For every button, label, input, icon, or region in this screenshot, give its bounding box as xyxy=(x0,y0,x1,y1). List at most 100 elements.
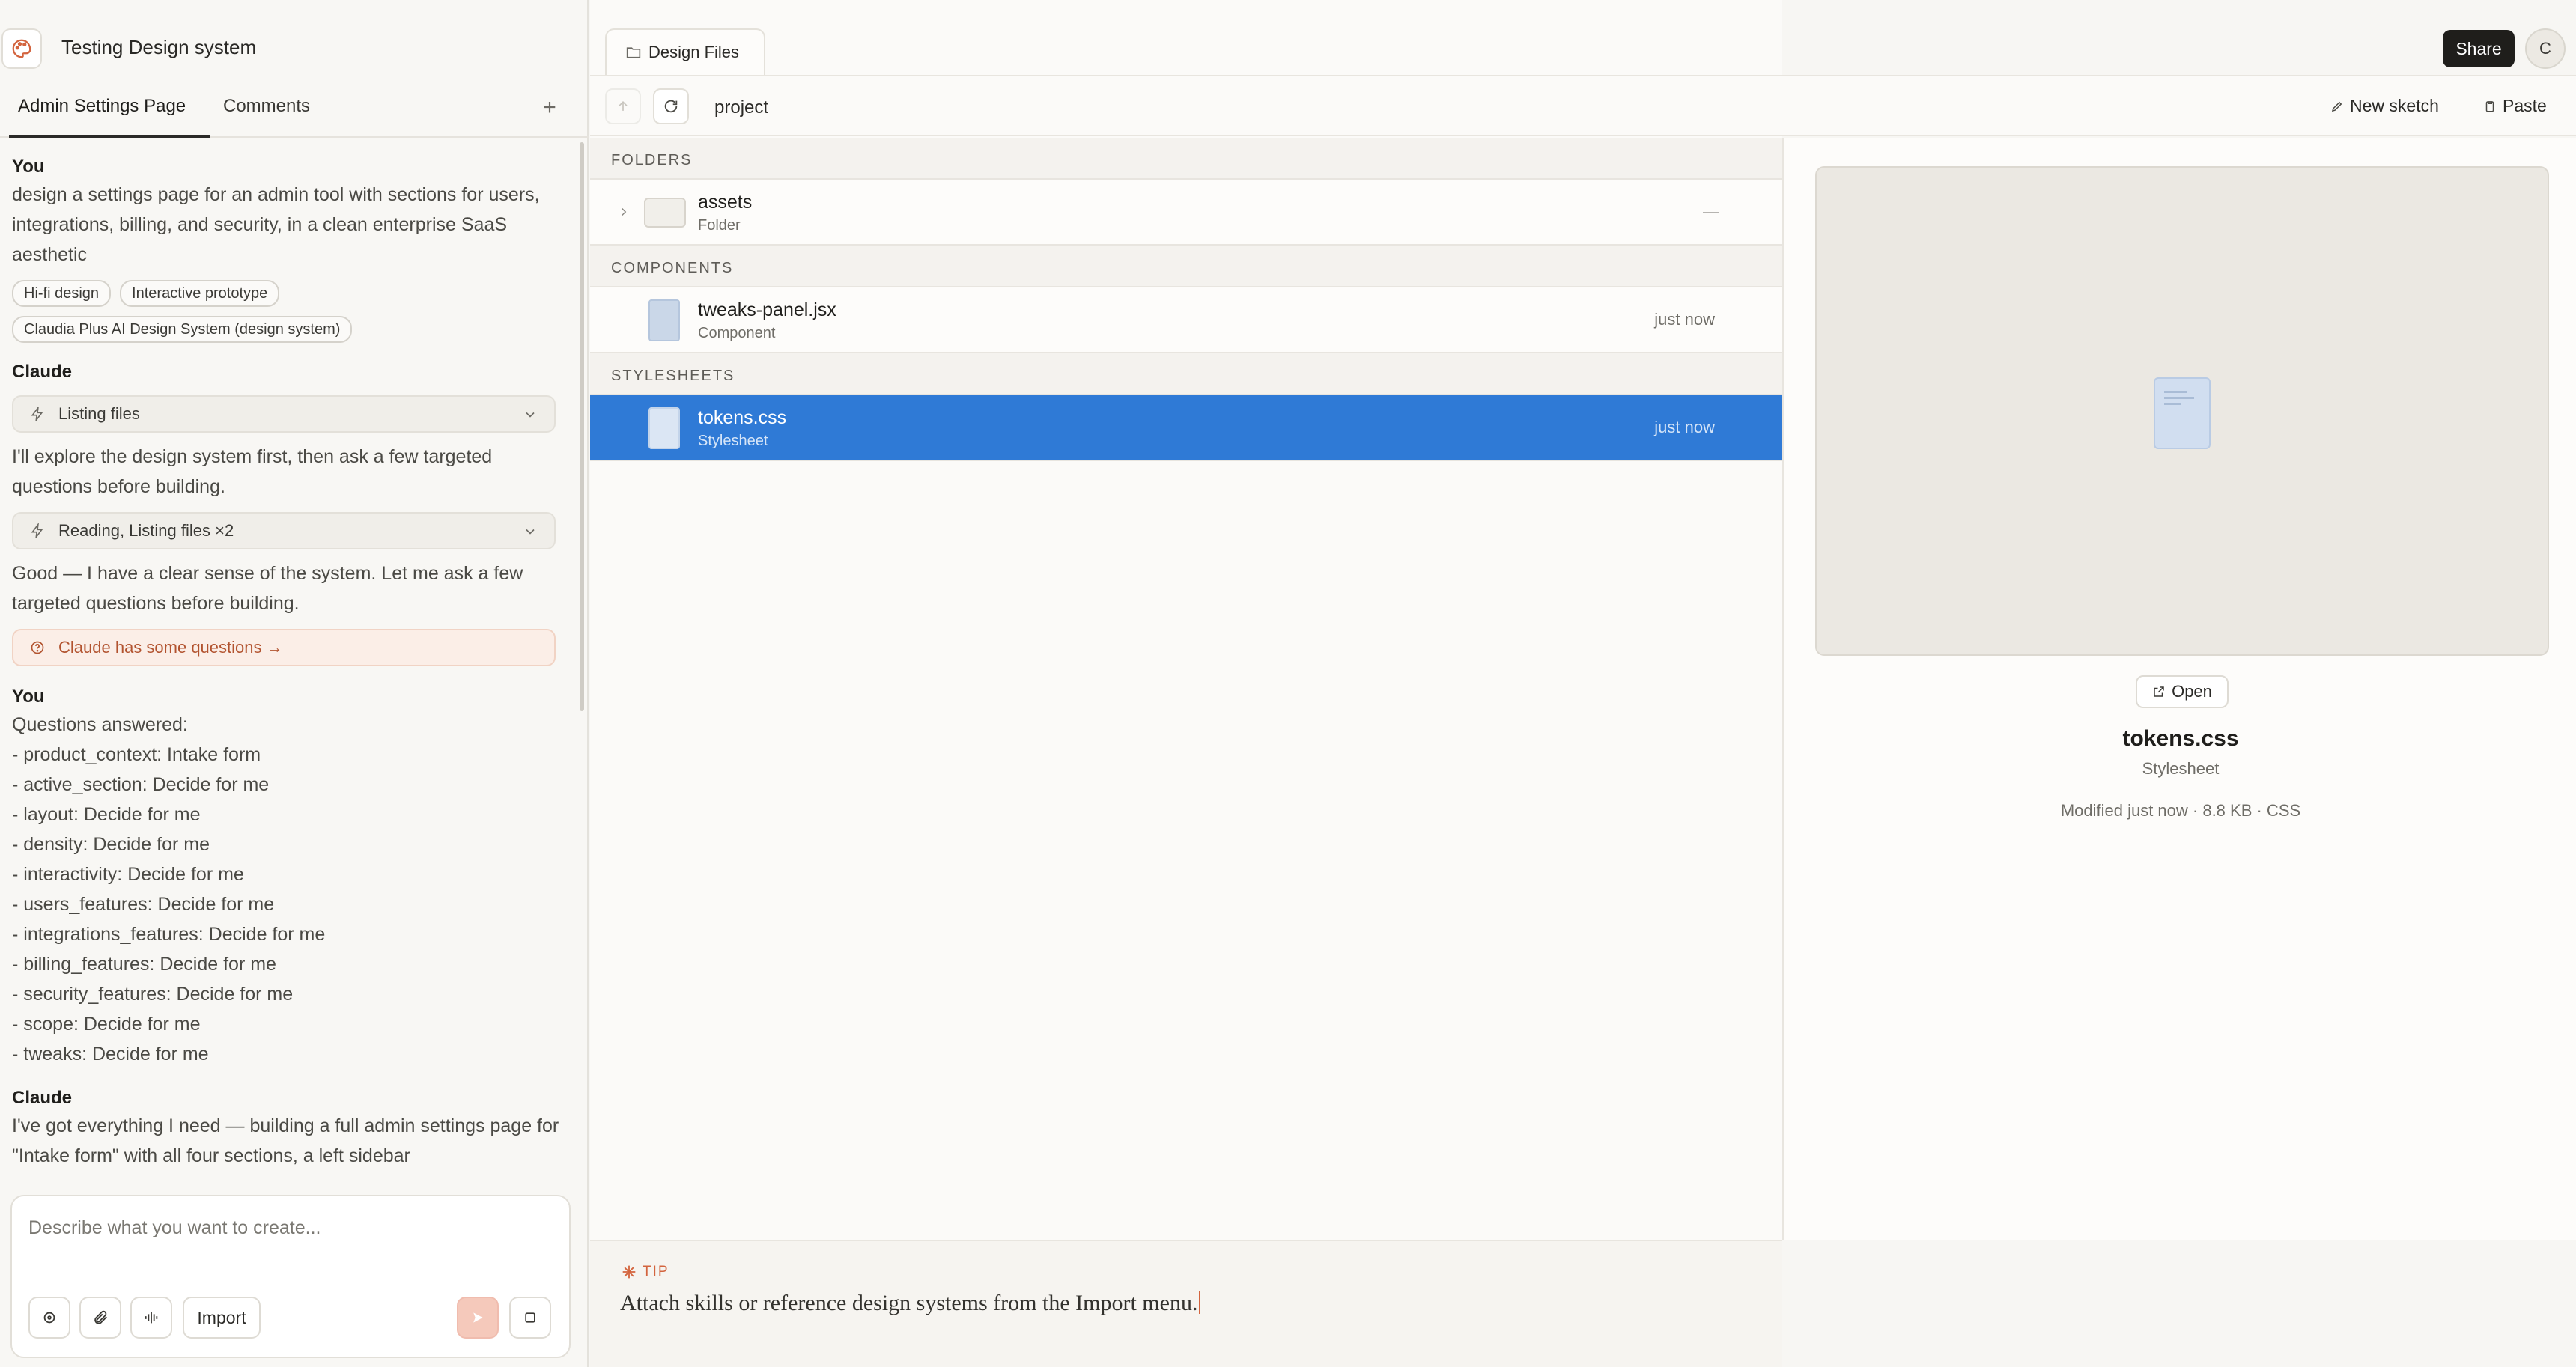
answer-line: - scope: Decide for me xyxy=(12,1014,201,1035)
section-heading-stylesheets: STYLESHEETS xyxy=(590,353,1782,395)
message-text: I'll explore the design system first, th… xyxy=(12,446,493,497)
chip-hifi-design[interactable]: Hi-fi design xyxy=(12,280,112,307)
file-thumbnail xyxy=(2154,377,2211,449)
file-row-tweaks-panel[interactable]: tweaks-panel.jsx Component just now xyxy=(590,287,1782,353)
tip-label: TIP xyxy=(622,1264,669,1280)
send-icon xyxy=(470,1310,485,1325)
file-icon xyxy=(648,299,680,341)
chat-scrollbar[interactable] xyxy=(580,142,584,711)
file-kind: Component xyxy=(698,325,776,341)
up-directory-button[interactable] xyxy=(605,88,641,124)
file-name: tweaks-panel.jsx xyxy=(698,299,836,320)
paperclip-icon xyxy=(92,1309,109,1326)
message-author: Claude xyxy=(12,1088,73,1108)
preview-file-name: tokens.css xyxy=(2122,726,2239,751)
file-row-tokens-css[interactable]: tokens.css Stylesheet just now xyxy=(590,395,1782,461)
chip-interactive-prototype[interactable]: Interactive prototype xyxy=(120,280,280,307)
settings-button[interactable] xyxy=(28,1297,70,1339)
tip-label-text: TIP xyxy=(643,1264,669,1279)
arrow-up-icon xyxy=(616,99,631,114)
open-label: Open xyxy=(2172,682,2212,701)
lightning-icon xyxy=(30,523,45,538)
import-button[interactable]: Import xyxy=(183,1297,261,1339)
file-name: assets xyxy=(698,192,753,213)
external-link-icon xyxy=(2152,685,2166,698)
tool-call-label: Listing files xyxy=(58,404,140,423)
chevron-down-icon xyxy=(523,524,538,539)
add-tab-button[interactable]: + xyxy=(538,96,562,120)
new-sketch-label: New sketch xyxy=(2350,96,2439,115)
voice-button[interactable] xyxy=(130,1297,172,1339)
paste-label: Paste xyxy=(2503,96,2547,115)
prompt-input[interactable] xyxy=(28,1213,553,1243)
file-preview xyxy=(1815,166,2549,656)
chat-panel: Testing Design system Admin Settings Pag… xyxy=(0,0,589,1367)
chat-tabs: Admin Settings Page Comments + xyxy=(0,82,589,138)
palette-icon xyxy=(10,37,33,60)
answer-line: - product_context: Intake form xyxy=(12,744,261,765)
file-modified: just now xyxy=(1654,418,1715,436)
new-sketch-button[interactable]: New sketch xyxy=(2330,96,2439,116)
refresh-icon xyxy=(663,98,679,115)
paste-button[interactable]: Paste xyxy=(2483,96,2547,116)
tool-call-listing-files[interactable]: Listing files xyxy=(12,395,556,433)
questions-link[interactable]: Claude has some questions → xyxy=(12,629,556,666)
share-button[interactable]: Share xyxy=(2443,30,2515,67)
preview-file-meta: Modified just now · 8.8 KB · CSS xyxy=(2060,801,2301,820)
section-heading-components: COMPONENTS xyxy=(590,246,1782,287)
tip-text-content: Attach skills or reference design system… xyxy=(620,1291,1198,1315)
breadcrumb[interactable]: project xyxy=(714,97,768,118)
tip-panel: TIP Attach skills or reference design sy… xyxy=(590,1240,1782,1367)
tab-design-files[interactable]: Design Files xyxy=(605,28,765,75)
file-name: tokens.css xyxy=(698,407,787,428)
message-text: I've got everything I need — building a … xyxy=(12,1115,559,1166)
chat-transcript: You design a settings page for an admin … xyxy=(12,154,566,1171)
answer-line: - tweaks: Decide for me xyxy=(12,1044,209,1065)
lightning-icon xyxy=(30,407,45,421)
pencil-icon xyxy=(2330,100,2344,113)
message-text: Good — I have a clear sense of the syste… xyxy=(12,563,523,614)
answer-line: - interactivity: Decide for me xyxy=(12,864,244,885)
app-logo-button[interactable] xyxy=(1,28,42,69)
clipboard-icon xyxy=(2483,100,2497,113)
composer: Import xyxy=(10,1195,571,1358)
question-circle-icon xyxy=(30,640,45,655)
chip-design-system[interactable]: Claudia Plus AI Design System (design sy… xyxy=(12,316,353,343)
answer-line: - users_features: Decide for me xyxy=(12,894,275,915)
message-author: Claude xyxy=(12,362,73,382)
refresh-button[interactable] xyxy=(653,88,689,124)
folder-icon xyxy=(626,46,641,59)
answer-line: - integrations_features: Decide for me xyxy=(12,924,326,945)
waveform-icon xyxy=(143,1309,160,1326)
answer-line: - density: Decide for me xyxy=(12,834,210,855)
open-button[interactable]: Open xyxy=(2136,675,2229,708)
tab-comments[interactable]: Comments xyxy=(223,82,310,138)
file-kind: Stylesheet xyxy=(698,433,768,449)
file-row-assets[interactable]: assets Folder — xyxy=(590,180,1782,246)
message-author: You xyxy=(12,156,45,177)
chevron-down-icon xyxy=(523,407,538,422)
section-heading-folders: FOLDERS xyxy=(590,138,1782,180)
chevron-right-icon[interactable] xyxy=(617,205,631,219)
tip-text[interactable]: Attach skills or reference design system… xyxy=(620,1291,1201,1316)
square-icon xyxy=(523,1310,538,1325)
answer-line: - layout: Decide for me xyxy=(12,804,201,825)
preview-file-type: Stylesheet xyxy=(2142,759,2220,778)
file-kind: Folder xyxy=(698,217,741,234)
message-author: You xyxy=(12,686,45,707)
text-caret xyxy=(1199,1291,1201,1314)
tool-call-reading[interactable]: Reading, Listing files ×2 xyxy=(12,512,556,549)
folder-icon xyxy=(644,198,686,228)
answers-heading: Questions answered: xyxy=(12,714,188,735)
message-text: design a settings page for an admin tool… xyxy=(12,184,540,265)
tool-call-label: Reading, Listing files ×2 xyxy=(58,521,234,540)
stop-button[interactable] xyxy=(509,1297,551,1339)
avatar[interactable]: C xyxy=(2525,28,2566,69)
send-button[interactable] xyxy=(457,1297,499,1339)
tab-admin-settings-page[interactable]: Admin Settings Page xyxy=(9,82,210,138)
files-panel: Design Files project FOLDERS assets Fold… xyxy=(590,0,2576,1367)
answer-line: - billing_features: Decide for me xyxy=(12,954,276,975)
tab-label: Design Files xyxy=(648,43,740,61)
attach-button[interactable] xyxy=(79,1297,121,1339)
project-title[interactable]: Testing Design system xyxy=(61,36,256,59)
